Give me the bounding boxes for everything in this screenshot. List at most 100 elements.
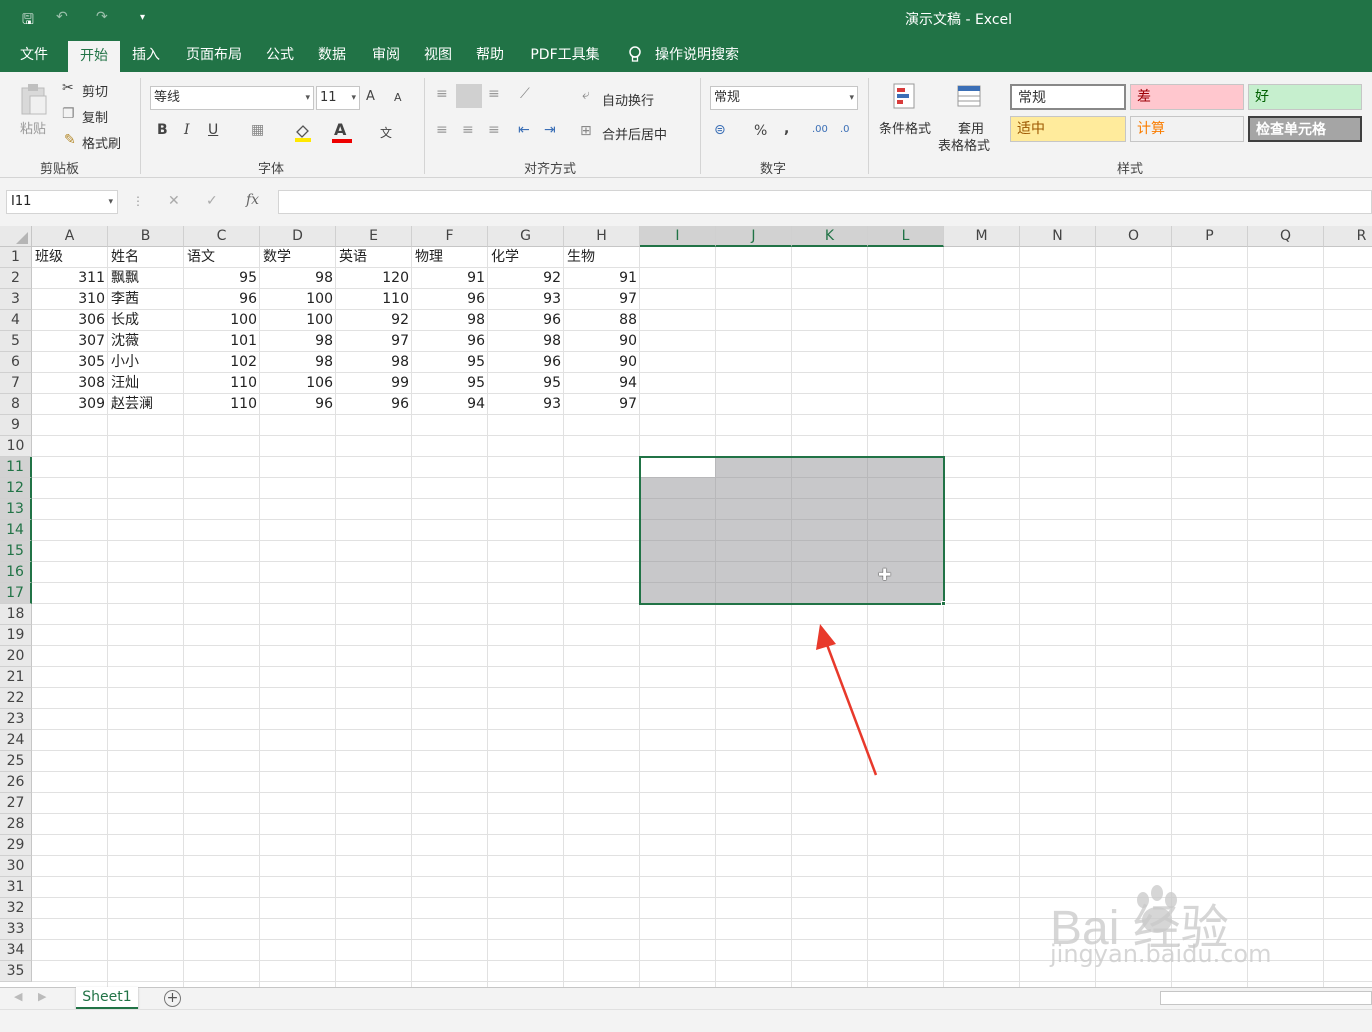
style-good[interactable]: 好: [1248, 84, 1362, 110]
shrink-font-button[interactable]: A: [394, 91, 402, 104]
cell-header[interactable]: 班级: [32, 247, 108, 268]
insert-function-icon[interactable]: fx: [246, 192, 259, 208]
table-cell[interactable]: 96: [412, 331, 488, 352]
table-cell[interactable]: 长成: [108, 310, 184, 331]
table-cell[interactable]: 97: [336, 331, 412, 352]
table-cell[interactable]: 小小: [108, 352, 184, 373]
table-cell[interactable]: 90: [564, 331, 640, 352]
table-cell[interactable]: 96: [184, 289, 260, 310]
align-bottom-icon[interactable]: ≡: [488, 86, 500, 102]
table-cell[interactable]: 96: [336, 394, 412, 415]
tab-file[interactable]: 文件: [12, 38, 56, 72]
row-header-34[interactable]: 34: [0, 940, 32, 961]
table-cell[interactable]: 120: [336, 268, 412, 289]
cell-header[interactable]: 化学: [488, 247, 564, 268]
table-cell[interactable]: 94: [564, 373, 640, 394]
table-cell[interactable]: 98: [260, 352, 336, 373]
column-header-G[interactable]: G: [488, 226, 564, 247]
tab-home[interactable]: 开始: [68, 41, 120, 72]
wrap-text-button[interactable]: 自动换行: [602, 90, 654, 109]
table-cell[interactable]: 97: [564, 394, 640, 415]
table-cell[interactable]: 92: [488, 268, 564, 289]
cell-header[interactable]: 数学: [260, 247, 336, 268]
table-cell[interactable]: 311: [32, 268, 108, 289]
row-header-6[interactable]: 6: [0, 352, 32, 373]
cut-button[interactable]: 剪切: [82, 81, 108, 100]
row-header-31[interactable]: 31: [0, 877, 32, 898]
row-header-4[interactable]: 4: [0, 310, 32, 331]
conditional-format-icon[interactable]: [892, 82, 920, 112]
grow-font-button[interactable]: A: [366, 89, 375, 104]
table-cell[interactable]: 101: [184, 331, 260, 352]
column-header-F[interactable]: F: [412, 226, 488, 247]
row-header-16[interactable]: 16: [0, 562, 32, 583]
table-cell[interactable]: 赵芸澜: [108, 394, 184, 415]
column-header-M[interactable]: M: [944, 226, 1020, 247]
table-cell[interactable]: 100: [260, 310, 336, 331]
style-calculation[interactable]: 计算: [1130, 116, 1244, 142]
name-box[interactable]: I11 ▾: [6, 190, 118, 214]
row-header-3[interactable]: 3: [0, 289, 32, 310]
row-header-19[interactable]: 19: [0, 625, 32, 646]
tab-page-layout[interactable]: 页面布局: [180, 38, 248, 72]
add-sheet-icon[interactable]: +: [164, 990, 181, 1007]
table-cell[interactable]: 96: [412, 289, 488, 310]
row-header-18[interactable]: 18: [0, 604, 32, 625]
table-cell[interactable]: 95: [488, 373, 564, 394]
table-cell[interactable]: 309: [32, 394, 108, 415]
accounting-format-icon[interactable]: ⊜: [714, 122, 726, 138]
font-color-button[interactable]: A: [334, 120, 346, 139]
phonetic-button[interactable]: 文: [380, 124, 392, 141]
align-center-icon[interactable]: ≡: [462, 122, 474, 138]
column-header-C[interactable]: C: [184, 226, 260, 247]
column-header-N[interactable]: N: [1020, 226, 1096, 247]
table-cell[interactable]: 98: [336, 352, 412, 373]
row-header-26[interactable]: 26: [0, 772, 32, 793]
table-cell[interactable]: 106: [260, 373, 336, 394]
percent-button[interactable]: %: [754, 123, 767, 139]
column-header-D[interactable]: D: [260, 226, 336, 247]
format-as-table-line2[interactable]: 表格格式: [938, 135, 990, 154]
enter-icon[interactable]: ✓: [206, 193, 218, 209]
merge-center-button[interactable]: 合并后居中: [602, 124, 667, 143]
row-header-10[interactable]: 10: [0, 436, 32, 457]
row-header-11[interactable]: 11: [0, 457, 32, 478]
column-header-I[interactable]: I: [640, 226, 716, 247]
table-cell[interactable]: 99: [336, 373, 412, 394]
row-header-21[interactable]: 21: [0, 667, 32, 688]
column-header-B[interactable]: B: [108, 226, 184, 247]
tab-data[interactable]: 数据: [310, 38, 354, 72]
table-cell[interactable]: 沈薇: [108, 331, 184, 352]
row-header-30[interactable]: 30: [0, 856, 32, 877]
table-cell[interactable]: 96: [488, 310, 564, 331]
tab-insert[interactable]: 插入: [124, 38, 168, 72]
align-left-icon[interactable]: ≡: [436, 122, 448, 138]
tab-formulas[interactable]: 公式: [258, 38, 302, 72]
row-header-8[interactable]: 8: [0, 394, 32, 415]
table-cell[interactable]: 汪灿: [108, 373, 184, 394]
font-size-select[interactable]: 11 ▾: [316, 86, 360, 110]
row-header-12[interactable]: 12: [0, 478, 32, 499]
sheet-tab-sheet1[interactable]: Sheet1: [76, 987, 138, 1009]
table-cell[interactable]: 306: [32, 310, 108, 331]
scroll-sheets-left-icon[interactable]: ◀: [14, 990, 22, 1003]
row-header-22[interactable]: 22: [0, 688, 32, 709]
comma-button[interactable]: ,: [784, 121, 789, 137]
style-neutral[interactable]: 适中: [1010, 116, 1126, 142]
increase-decimal-icon[interactable]: .00: [812, 124, 828, 135]
table-cell[interactable]: 飘飘: [108, 268, 184, 289]
fill-handle[interactable]: [941, 601, 946, 606]
row-header-13[interactable]: 13: [0, 499, 32, 520]
bold-button[interactable]: B: [157, 122, 168, 138]
table-cell[interactable]: 92: [336, 310, 412, 331]
table-cell[interactable]: 95: [412, 352, 488, 373]
underline-button[interactable]: U: [208, 122, 218, 138]
format-painter-button[interactable]: 格式刷: [82, 133, 121, 152]
format-as-table-icon[interactable]: [956, 82, 986, 112]
table-cell[interactable]: 110: [184, 394, 260, 415]
row-header-17[interactable]: 17: [0, 583, 32, 604]
merge-center-icon[interactable]: ⊞: [580, 123, 592, 139]
column-header-K[interactable]: K: [792, 226, 868, 247]
row-header-25[interactable]: 25: [0, 751, 32, 772]
table-cell[interactable]: 91: [564, 268, 640, 289]
